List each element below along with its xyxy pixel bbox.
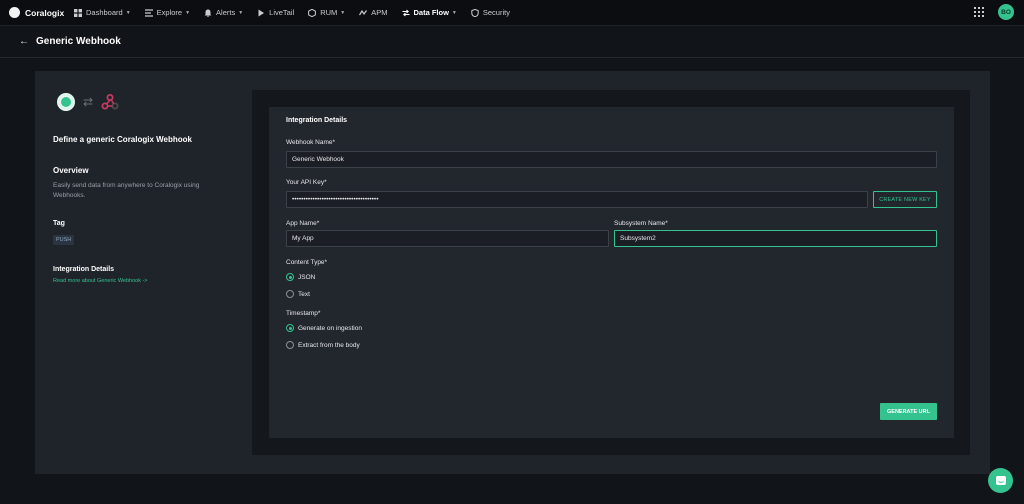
- timestamp-extract-label: Extract from the body: [298, 341, 360, 349]
- nav-alerts[interactable]: Alerts ▼: [204, 8, 243, 17]
- swap-arrows-icon: ⇄: [83, 95, 94, 109]
- webhook-name-input[interactable]: Generic Webhook: [286, 151, 937, 168]
- nav-alerts-label: Alerts: [216, 8, 236, 17]
- webhook-icon: [101, 94, 119, 110]
- webhook-name-label: Webhook Name*: [286, 139, 336, 146]
- content-type-text-label: Text: [298, 290, 310, 298]
- chat-icon: [995, 475, 1006, 485]
- app-name-label: App Name*: [286, 220, 320, 227]
- timestamp-generate-label: Generate on ingestion: [298, 324, 362, 332]
- generate-url-button[interactable]: GENERATE URL: [880, 403, 937, 420]
- coralogix-logo-icon: [9, 7, 20, 18]
- chevron-down-icon: ▼: [451, 9, 457, 16]
- overview-text: Easily send data from anywhere to Coralo…: [53, 182, 200, 199]
- chevron-down-icon: ▼: [238, 9, 244, 16]
- chevron-down-icon: ▼: [185, 9, 191, 16]
- nav-dashboard-label: Dashboard: [86, 8, 123, 17]
- top-nav: Coralogix Dashboard ▼ Explore ▼ Alerts ▼…: [0, 0, 1024, 26]
- coralogix-logo-icon: [57, 93, 75, 111]
- app-name-input[interactable]: My App: [286, 230, 609, 247]
- brand-name: Coralogix: [25, 7, 65, 18]
- overview-heading: Overview: [53, 166, 89, 175]
- define-title: Define a generic Coralogix Webhook: [53, 135, 192, 144]
- subsystem-name-input[interactable]: Subsystem2: [614, 230, 937, 247]
- explore-icon: [144, 8, 153, 17]
- form-section-title: Integration Details: [286, 117, 348, 124]
- subsystem-name-label: Subsystem Name*: [614, 220, 668, 227]
- nav-rum-label: RUM: [320, 8, 338, 17]
- data-flow-icon: [402, 9, 409, 16]
- integration-form: Integration Details Webhook Name* Generi…: [269, 107, 954, 438]
- apm-icon: [359, 9, 368, 15]
- content-type-text-option[interactable]: Text: [286, 290, 310, 298]
- radio-unselected-icon[interactable]: [286, 341, 294, 349]
- nav-explore-label: Explore: [156, 8, 183, 17]
- radio-selected-icon[interactable]: [286, 273, 294, 281]
- timestamp-generate-option[interactable]: Generate on ingestion: [286, 324, 362, 332]
- back-arrow-icon[interactable]: ←: [19, 36, 29, 47]
- dashboard-icon: [74, 8, 82, 17]
- chat-button[interactable]: [988, 468, 1013, 493]
- nav-data-flow-label: Data Flow: [413, 8, 449, 17]
- avatar[interactable]: BO: [998, 4, 1014, 20]
- chevron-down-icon: ▼: [125, 9, 131, 16]
- nav-security[interactable]: Security: [471, 8, 510, 17]
- timestamp-label: Timestamp*: [286, 310, 321, 317]
- content-type-json-label: JSON: [298, 273, 316, 281]
- nav-data-flow[interactable]: Data Flow ▼: [402, 8, 457, 17]
- content-type-json-option[interactable]: JSON: [286, 273, 315, 281]
- create-new-key-button[interactable]: CREATE NEW KEY: [873, 191, 937, 208]
- content-type-label: Content Type*: [286, 259, 328, 266]
- nav-explore[interactable]: Explore ▼: [144, 8, 191, 17]
- api-key-label: Your API Key*: [286, 179, 327, 186]
- nav-right: BO: [974, 4, 1014, 20]
- integration-details-heading: Integration Details: [53, 266, 115, 273]
- play-icon: [258, 9, 265, 16]
- nav-livetail-label: LiveTail: [269, 8, 295, 17]
- shield-icon: [471, 8, 479, 17]
- nav-security-label: Security: [482, 8, 510, 17]
- radio-unselected-icon[interactable]: [286, 290, 294, 298]
- nav-dashboard[interactable]: Dashboard ▼: [74, 8, 131, 17]
- integration-logos: ⇄: [57, 93, 119, 111]
- nav-apm[interactable]: APM: [359, 8, 388, 17]
- nav-rum[interactable]: RUM ▼: [308, 8, 345, 17]
- integration-card: ⇄ Define a generic Coralogix Webhook Ove…: [35, 71, 990, 474]
- timestamp-extract-option[interactable]: Extract from the body: [286, 341, 360, 349]
- page-title: Generic Webhook: [36, 36, 121, 47]
- tag-heading: Tag: [53, 220, 65, 227]
- chevron-down-icon: ▼: [340, 9, 346, 16]
- read-more-link[interactable]: Read more about Generic Webhook ->: [53, 278, 148, 284]
- apps-grid-icon[interactable]: [974, 7, 984, 17]
- page-header: ← Generic Webhook: [0, 26, 1024, 58]
- radio-selected-icon[interactable]: [286, 324, 294, 332]
- brand[interactable]: Coralogix: [0, 7, 74, 18]
- tag-badge: PUSH: [53, 235, 75, 245]
- nav-apm-label: APM: [371, 8, 388, 17]
- rum-icon: [308, 8, 317, 17]
- nav-livetail[interactable]: LiveTail: [257, 8, 294, 17]
- form-container: Integration Details Webhook Name* Generi…: [252, 90, 970, 455]
- api-key-input[interactable]: ••••••••••••••••••••••••••••••••••••••: [286, 191, 868, 208]
- bell-icon: [204, 9, 212, 17]
